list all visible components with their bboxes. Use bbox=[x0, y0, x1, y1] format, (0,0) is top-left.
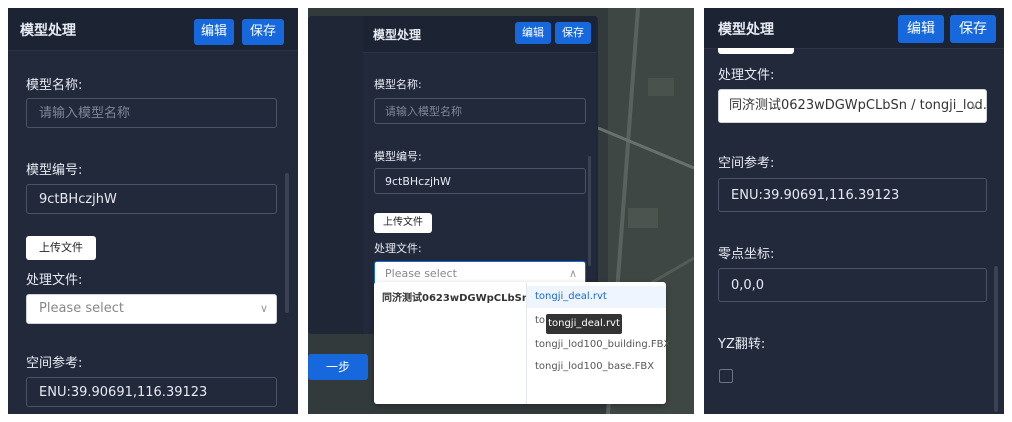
panel-title: 模型处理 bbox=[718, 22, 774, 38]
process-file-value: 同济测试0623wDGWpCLbSn / tongji_lod... bbox=[729, 98, 987, 113]
tooltip-text: tongji_deal.rvt bbox=[548, 318, 620, 329]
model-code-input[interactable]: 9ctBHczjhW bbox=[26, 184, 277, 214]
right-panel: 模型处理 编辑 保存 处理文件: 同济测试0623wDGWpCLbSn / to… bbox=[704, 8, 1004, 414]
model-name-label: 模型名称: bbox=[26, 78, 83, 93]
model-name-input[interactable]: 请输入模型名称 bbox=[374, 98, 586, 124]
edit-button[interactable]: 编辑 bbox=[515, 22, 551, 44]
model-name-label: 模型名称: bbox=[374, 78, 422, 91]
model-code-value: 9ctBHczjhW bbox=[39, 192, 117, 207]
chevron-down-icon: ∨ bbox=[969, 99, 978, 112]
spatial-ref-value: ENU:39.90691,116.39123 bbox=[731, 188, 900, 203]
panel-header: 模型处理 编辑 保存 bbox=[8, 8, 298, 51]
save-button[interactable]: 保存 bbox=[950, 15, 996, 43]
scrollbar[interactable] bbox=[285, 173, 289, 313]
process-file-label: 处理文件: bbox=[718, 68, 775, 83]
process-file-select[interactable]: 同济测试0623wDGWpCLbSn / tongji_lod... ∨ bbox=[718, 89, 987, 123]
spatial-ref-label: 空间参考: bbox=[26, 356, 83, 371]
cascader-folder-item[interactable]: 同济测试0623wDGWpCLbSn › bbox=[374, 288, 526, 310]
scrollbar[interactable] bbox=[588, 156, 591, 266]
zero-coord-label: 零点坐标: bbox=[718, 247, 775, 262]
left-panel: 模型处理 编辑 保存 模型名称: 请输入模型名称 模型编号: 9ctBHczjh… bbox=[8, 8, 298, 414]
panel-title: 模型处理 bbox=[20, 23, 76, 39]
cascader-file-label: tongji_lod100_building.FBX bbox=[535, 339, 671, 350]
edit-button[interactable]: 编辑 bbox=[194, 19, 234, 45]
spatial-ref-value: ENU:39.90691,116.39123 bbox=[39, 385, 208, 400]
cascader-file-item[interactable]: tongji_deal.rvt bbox=[527, 286, 666, 308]
model-code-label: 模型编号: bbox=[374, 150, 422, 163]
spatial-ref-label: 空间参考: bbox=[718, 156, 775, 171]
chevron-down-icon: ∨ bbox=[259, 302, 268, 315]
scrollbar[interactable] bbox=[994, 266, 998, 412]
panel-header: 模型处理 编辑 保存 bbox=[704, 8, 1004, 49]
model-code-label: 模型编号: bbox=[26, 163, 83, 178]
cascader-file-item[interactable]: tongji_lod100_base.FBX bbox=[527, 356, 666, 378]
model-code-value: 9ctBHczjhW bbox=[385, 175, 451, 188]
save-button[interactable]: 保存 bbox=[555, 22, 591, 44]
model-name-placeholder: 请输入模型名称 bbox=[39, 106, 131, 121]
model-name-placeholder: 请输入模型名称 bbox=[385, 105, 462, 118]
model-name-input[interactable]: 请输入模型名称 bbox=[26, 98, 277, 128]
process-file-placeholder: Please select bbox=[39, 301, 124, 316]
model-code-input[interactable]: 9ctBHczjhW bbox=[374, 168, 586, 194]
cascader-file-label: tongji_deal.rvt bbox=[535, 291, 607, 302]
cascader-file-label: tongji_lod100_base.FBX bbox=[535, 361, 655, 372]
process-file-select[interactable]: Please select ∨ bbox=[26, 294, 277, 324]
cascader-folder-label: 同济测试0623wDGWpCLbSn bbox=[382, 293, 526, 304]
save-button[interactable]: 保存 bbox=[242, 19, 284, 45]
spatial-ref-input[interactable]: ENU:39.90691,116.39123 bbox=[26, 377, 277, 407]
zero-coord-input[interactable]: 0,0,0 bbox=[718, 268, 987, 302]
previous-step-label: 一步 bbox=[325, 360, 350, 374]
cascader-file-item[interactable]: tongji_lod100_building.FBX bbox=[527, 334, 670, 356]
spatial-ref-input[interactable]: ENU:39.90691,116.39123 bbox=[718, 178, 987, 212]
yz-flip-label: YZ翻转: bbox=[718, 337, 766, 352]
process-file-label: 处理文件: bbox=[26, 273, 83, 288]
process-file-placeholder: Please select bbox=[385, 267, 457, 280]
process-file-label: 处理文件: bbox=[374, 242, 422, 255]
zero-coord-value: 0,0,0 bbox=[731, 278, 765, 293]
panel-title: 模型处理 bbox=[373, 28, 422, 42]
yz-flip-checkbox[interactable] bbox=[719, 369, 733, 383]
edit-button[interactable]: 编辑 bbox=[898, 15, 944, 43]
upload-file-button[interactable]: 上传文件 bbox=[374, 213, 432, 233]
panel-header: 模型处理 编辑 保存 bbox=[363, 16, 596, 53]
tooltip: tongji_deal.rvt bbox=[546, 314, 622, 334]
upload-file-button[interactable]: 上传文件 bbox=[26, 236, 96, 260]
middle-view: 一步 模型处理 编辑 保存 模型名称: 请输入模型名称 模型编号: 9ctBHc… bbox=[308, 8, 694, 414]
cascader-file-label: to bbox=[535, 315, 546, 326]
upload-file-button[interactable] bbox=[718, 48, 794, 54]
cascader-dropdown: 同济测试0623wDGWpCLbSn › tongji_deal.rvt to … bbox=[374, 282, 670, 404]
previous-step-button[interactable]: 一步 bbox=[308, 354, 368, 380]
